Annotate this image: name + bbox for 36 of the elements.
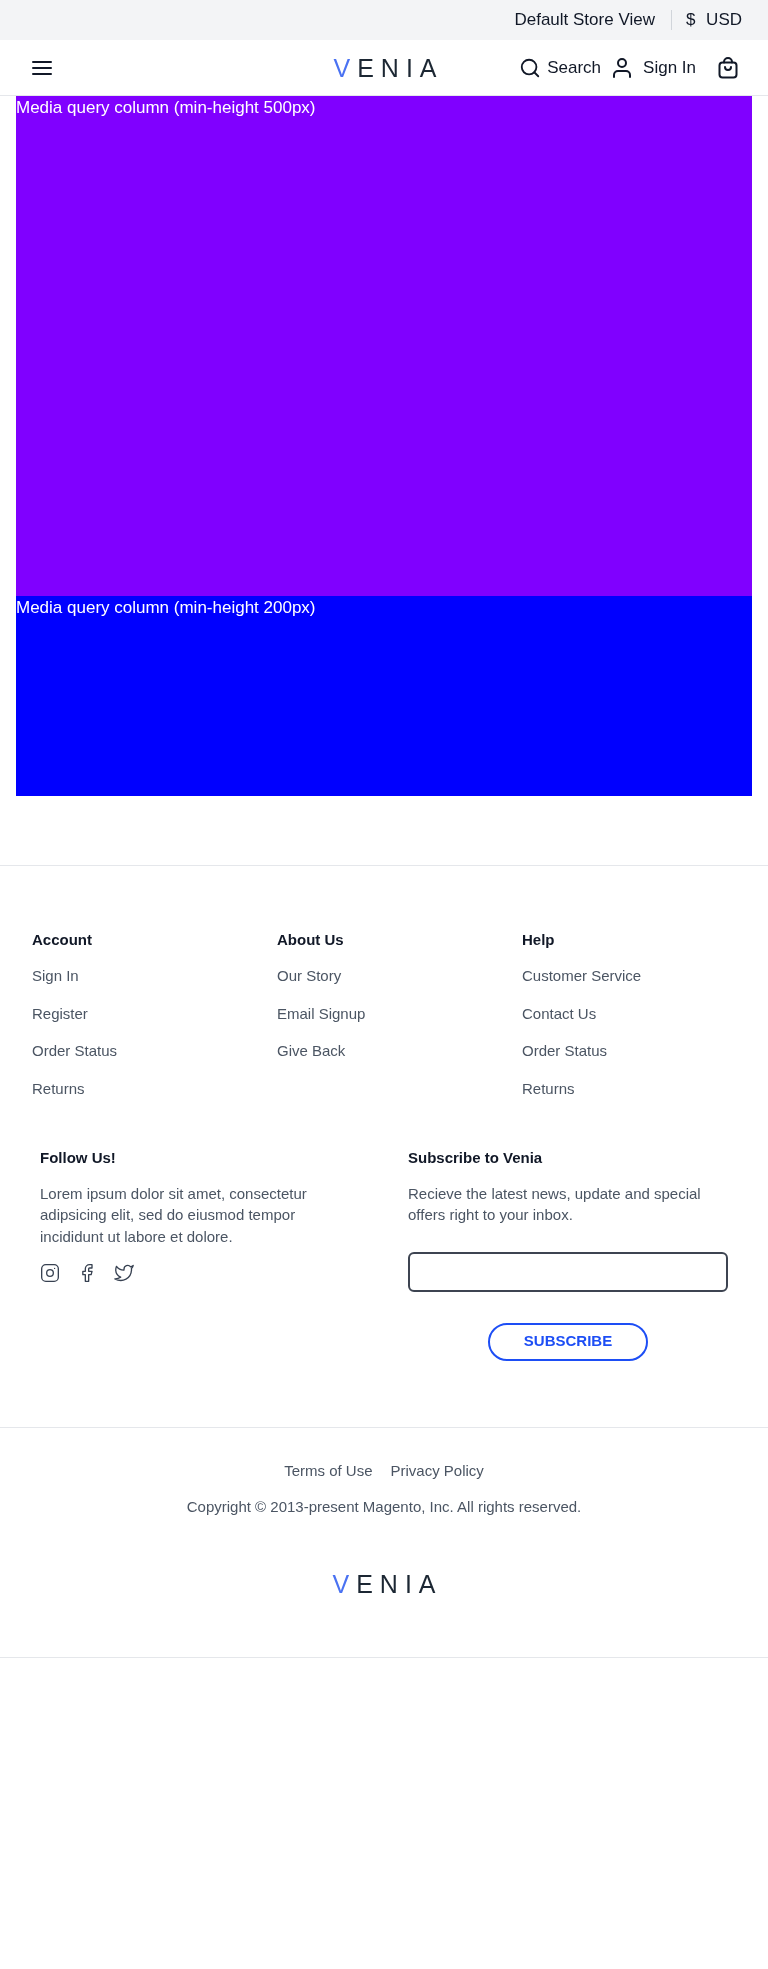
column-heading: Help: [522, 930, 556, 950]
legal-link[interactable]: Terms of Use: [284, 1459, 373, 1482]
legal-link[interactable]: Privacy Policy: [390, 1459, 484, 1482]
section-heading: Follow Us!: [40, 1147, 117, 1168]
shopping-bag-icon: [716, 55, 740, 80]
footer-link[interactable]: Sign In: [32, 965, 79, 987]
venia-logo[interactable]: VENIA: [326, 53, 444, 82]
search-button[interactable]: Search: [519, 56, 602, 79]
camera-icon[interactable]: [40, 1263, 60, 1283]
store-view-switcher[interactable]: Default Store View: [514, 9, 655, 31]
footer-link[interactable]: Our Story: [277, 965, 342, 987]
footer-link[interactable]: Customer Service: [522, 965, 642, 987]
panel-label: Media query column (min-height 200px): [16, 597, 316, 619]
panel-label: Media query column (min-height 500px): [16, 97, 316, 119]
bird-icon[interactable]: [114, 1263, 134, 1283]
section-heading: Subscribe to Venia: [408, 1147, 544, 1168]
footer-link[interactable]: Order Status: [522, 1040, 608, 1062]
search-icon: [519, 56, 542, 79]
currency-switcher[interactable]: $ USD: [685, 9, 742, 31]
venia-logo[interactable]: VENIA: [325, 1569, 443, 1598]
footer-link[interactable]: Give Back: [277, 1040, 346, 1062]
cart-button[interactable]: [716, 55, 740, 80]
column-heading: Account: [32, 930, 93, 950]
column-heading: About Us: [277, 930, 345, 950]
footer-link[interactable]: Returns: [32, 1077, 85, 1100]
footer-link[interactable]: Register: [32, 1002, 88, 1025]
follow-text: Lorem ipsum dolor sit amet, consectetur adipsicing elit, sed do eiusmod tempor incididunt ut labore et dolore.: [40, 1183, 308, 1247]
footer-link[interactable]: Email Signup: [277, 1002, 366, 1025]
footer-link[interactable]: Order Status: [32, 1040, 118, 1062]
subscribe-text: Recieve the latest news, update and special offers right to your inbox.: [408, 1183, 702, 1225]
sign-in-button[interactable]: Sign In: [610, 55, 696, 80]
email-field[interactable]: [408, 1251, 728, 1292]
subscribe-button[interactable]: SUBSCRIBE: [488, 1322, 648, 1361]
footer-link[interactable]: Contact Us: [522, 1002, 597, 1025]
footer-link[interactable]: Returns: [522, 1077, 575, 1100]
copyright-text: Copyright © 2013-present Magento, Inc. All rights reserved.: [186, 1496, 582, 1517]
